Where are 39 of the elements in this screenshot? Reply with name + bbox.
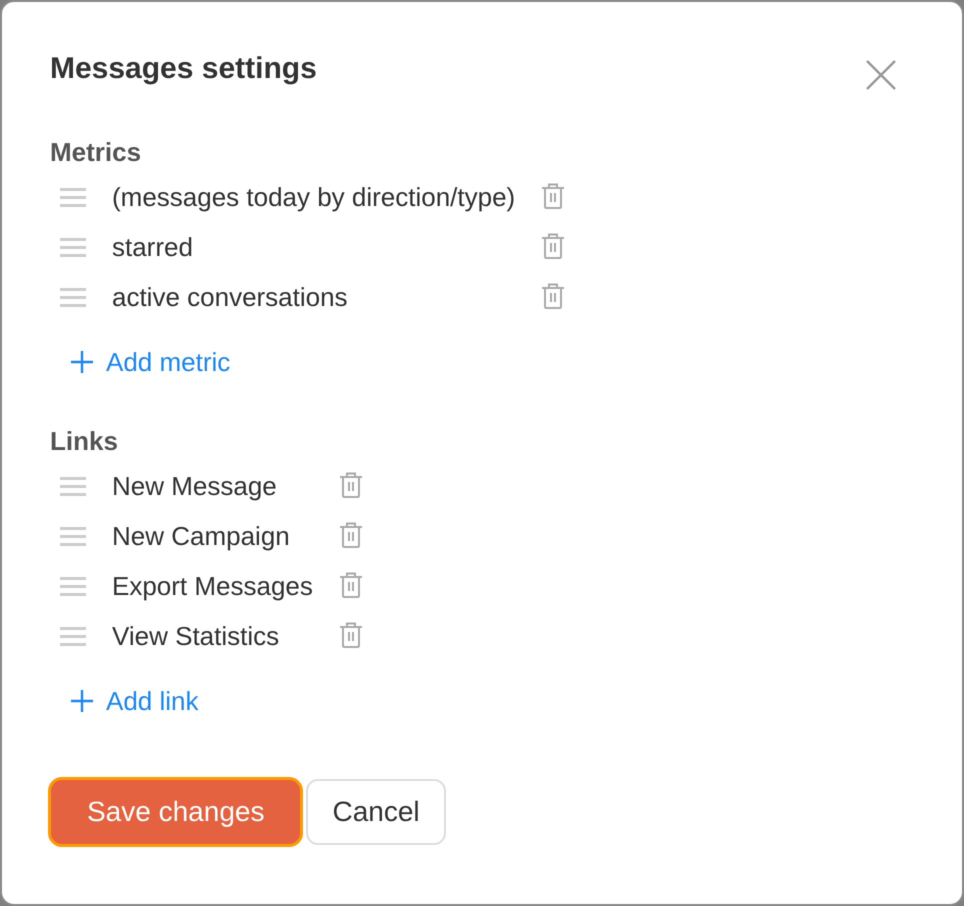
drag-handle-icon[interactable] [60,288,86,306]
delete-button[interactable] [338,572,363,598]
drag-handle-icon[interactable] [60,576,86,596]
delete-button[interactable] [541,183,566,209]
add-button[interactable]: Add link [71,681,198,721]
list-item-label: (messages today by direction/type) [112,182,516,212]
add-button[interactable]: Add metric [71,342,230,382]
list-item-label: starred [112,232,193,262]
save-button[interactable]: Save changes [50,779,302,845]
section-heading: Links [50,426,118,456]
close-button[interactable] [866,60,896,90]
trash-icon [338,522,363,548]
trash-icon [541,283,566,309]
plus-icon [71,690,93,712]
trash-icon [541,233,566,259]
drag-handle-icon[interactable] [60,188,86,206]
dialog-title: Messages settings [50,51,317,87]
trash-icon [338,472,363,498]
list-item-label: New Message [112,471,277,501]
drag-handle-icon[interactable] [60,238,86,256]
cancel-button[interactable]: Cancel [306,779,446,845]
list-item-label: active conversations [112,282,348,312]
section-heading: Metrics [50,137,142,167]
list-item-label: New Campaign [112,521,290,551]
delete-button[interactable] [338,472,363,498]
plus-icon [71,351,93,373]
delete-button[interactable] [338,622,363,648]
drag-handle-icon[interactable] [60,526,86,546]
trash-icon [338,622,363,648]
list-item-label: View Statistics [112,621,280,651]
trash-icon [338,572,363,598]
delete-button[interactable] [541,233,566,259]
drag-handle-icon[interactable] [60,476,86,496]
list-item-label: Export Messages [112,571,313,601]
delete-button[interactable] [541,283,566,309]
delete-button[interactable] [338,522,363,548]
drag-handle-icon[interactable] [60,626,86,646]
close-icon [866,60,896,90]
trash-icon [541,183,566,209]
